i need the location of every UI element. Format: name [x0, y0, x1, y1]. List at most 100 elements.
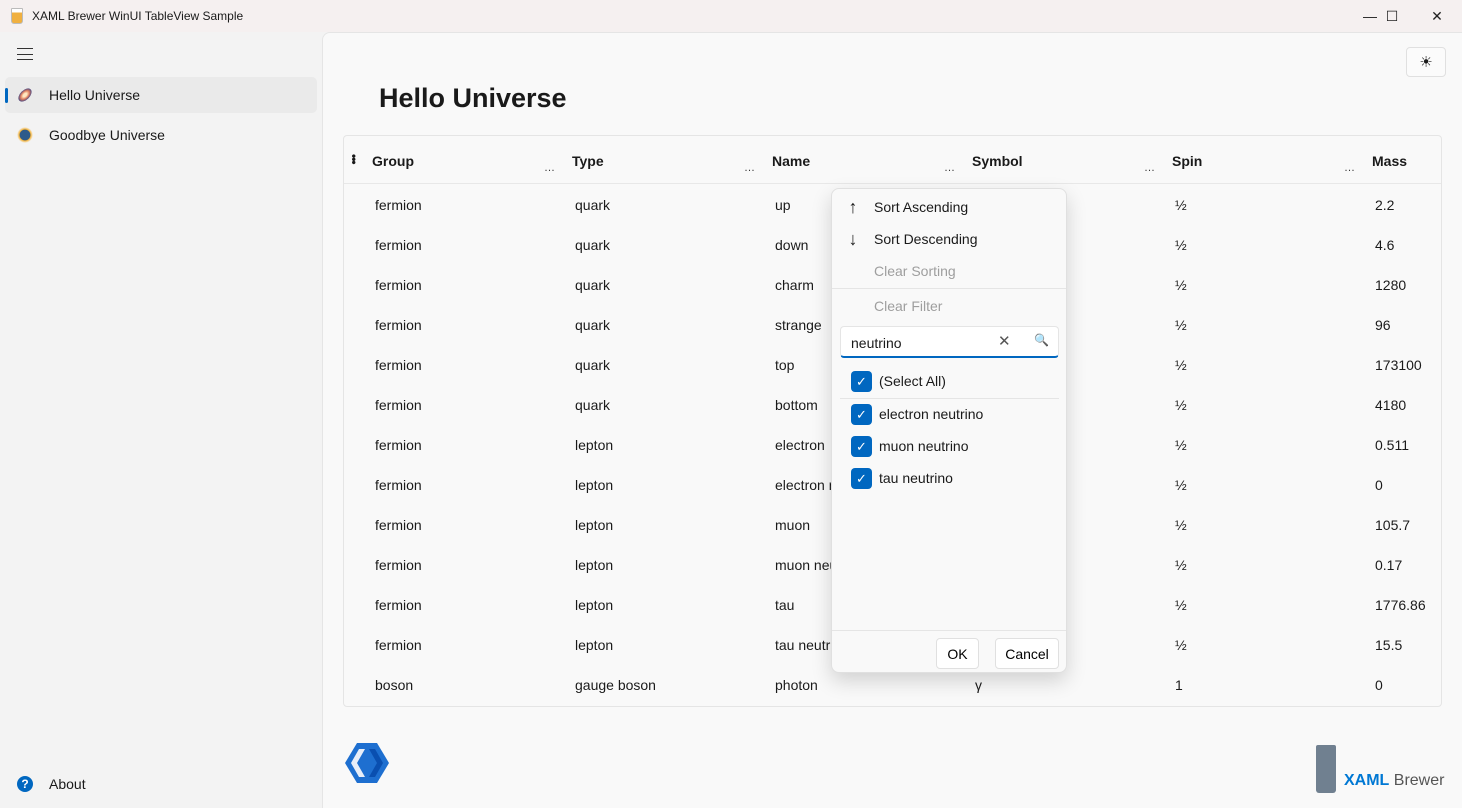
table-cell-spin: ½	[1175, 397, 1187, 413]
column-header-type[interactable]: Type	[572, 153, 604, 169]
search-icon[interactable]: 🔍	[1034, 333, 1049, 347]
table-cell-type: quark	[575, 237, 611, 253]
table-cell-type: lepton	[575, 597, 614, 613]
divider	[832, 288, 1066, 289]
sidebar-item-goodbye-universe[interactable]: Goodbye Universe	[5, 117, 317, 153]
table-cell-type: gauge boson	[575, 677, 656, 693]
filter-option-checkbox[interactable]: ✓	[851, 436, 872, 457]
table-cell-name: bottom	[775, 397, 818, 413]
table-cell-type: lepton	[575, 517, 614, 533]
table-cell-mass: 0	[1375, 477, 1383, 493]
table-cell-type: quark	[575, 357, 611, 373]
column-options-icon[interactable]: …	[944, 162, 955, 174]
cancel-button[interactable]: Cancel	[995, 638, 1059, 669]
sidebar-item-about[interactable]: ? About	[5, 766, 317, 802]
planet-icon	[17, 127, 33, 143]
sidebar-item-label: Goodbye Universe	[49, 127, 165, 143]
sidebar: Hello Universe Goodbye Universe ? About	[0, 32, 322, 808]
table-cell-spin: ½	[1175, 637, 1187, 653]
table-cell-spin: ½	[1175, 597, 1187, 613]
table-cell-group: fermion	[375, 357, 422, 373]
table-cell-type: quark	[575, 397, 611, 413]
close-button[interactable]: ✕	[1414, 0, 1460, 32]
table-cell-mass: 2.2	[1375, 197, 1395, 213]
table-cell-type: lepton	[575, 477, 614, 493]
table-cell-name: electron	[775, 437, 825, 453]
table-cell-type: lepton	[575, 557, 614, 573]
maximize-button[interactable]: ☐	[1369, 0, 1415, 32]
filter-option-label: muon neutrino	[879, 438, 969, 454]
table-cell-mass: 15.5	[1375, 637, 1403, 653]
arrow-up-icon: ↑	[848, 196, 858, 217]
divider	[840, 398, 1059, 399]
table-cell-mass: 173100	[1375, 357, 1422, 373]
page-title: Hello Universe	[379, 83, 567, 113]
table-cell-group: fermion	[375, 597, 422, 613]
table-header: ••• Group … Type … Name … Symbol … Spin … Mass	[344, 136, 1441, 184]
table-cell-name: up	[775, 197, 791, 213]
table-cell-type: quark	[575, 277, 611, 293]
arrow-down-icon: ↓	[848, 228, 858, 249]
brand-text-a: XAML	[1344, 772, 1390, 789]
winui-logo	[345, 743, 389, 783]
table-cell-group: fermion	[375, 277, 422, 293]
table-cell-spin: 1	[1175, 677, 1183, 693]
app-icon	[11, 8, 23, 24]
table-cell-mass: 96	[1375, 317, 1391, 333]
ok-button[interactable]: OK	[936, 638, 979, 669]
table-cell-name: strange	[775, 317, 822, 333]
menu-label: Sort Ascending	[874, 199, 969, 215]
column-options-icon[interactable]: …	[1344, 162, 1355, 174]
clear-sorting-item[interactable]: Clear Sorting	[832, 255, 1066, 287]
table-cell-name: photon	[775, 677, 818, 693]
sun-icon: ☀	[1419, 54, 1433, 71]
clear-search-icon[interactable]: ✕	[998, 332, 1011, 350]
clear-filter-item[interactable]: Clear Filter	[832, 290, 1066, 322]
column-header-group[interactable]: Group	[372, 153, 414, 169]
table-cell-group: fermion	[375, 637, 422, 653]
sidebar-item-hello-universe[interactable]: Hello Universe	[5, 77, 317, 113]
sidebar-item-label: About	[49, 776, 86, 792]
theme-toggle-button[interactable]: ☀	[1406, 47, 1446, 77]
brand-text-b: Brewer	[1393, 772, 1445, 789]
table-cell-mass: 105.7	[1375, 517, 1411, 533]
filter-option-checkbox[interactable]: ✓	[851, 468, 872, 489]
column-header-symbol[interactable]: Symbol	[972, 153, 1023, 169]
sidebar-item-label: Hello Universe	[49, 87, 141, 103]
filter-search-input[interactable]: neutrino ✕ 🔍	[840, 326, 1059, 358]
table-cell-spin: ½	[1175, 197, 1187, 213]
column-options-icon[interactable]: …	[544, 162, 555, 174]
column-filter-flyout: ↑ Sort Ascending ↓ Sort Descending Clear S…	[831, 188, 1067, 673]
table-cell-group: fermion	[375, 197, 422, 213]
sort-ascending-item[interactable]: ↑ Sort Ascending	[832, 191, 1066, 223]
column-options-icon[interactable]: …	[1144, 162, 1155, 174]
menu-label: Sort Descending	[874, 231, 978, 247]
table-cell-type: lepton	[575, 437, 614, 453]
column-header-name[interactable]: Name	[772, 153, 810, 169]
table-cell-spin: ½	[1175, 437, 1187, 453]
sort-descending-item[interactable]: ↓ Sort Descending	[832, 223, 1066, 255]
table-cell-mass: 1280	[1375, 277, 1407, 293]
column-options-grip-icon[interactable]: •••	[347, 154, 361, 164]
table-cell-spin: ½	[1175, 277, 1187, 293]
column-header-mass[interactable]: Mass	[1372, 153, 1407, 169]
table-cell-spin: ½	[1175, 557, 1187, 573]
galaxy-icon	[15, 85, 35, 105]
beer-glass-icon	[1316, 745, 1336, 793]
xaml-brewer-logo: XAML Brewer	[1316, 745, 1446, 795]
filter-option-checkbox[interactable]: ✓	[851, 404, 872, 425]
table-cell-spin: ½	[1175, 477, 1187, 493]
table-cell-mass: 0.17	[1375, 557, 1403, 573]
column-header-spin[interactable]: Spin	[1172, 153, 1202, 169]
column-options-icon[interactable]: …	[744, 162, 755, 174]
table-cell-type: quark	[575, 317, 611, 333]
search-value: neutrino	[851, 335, 902, 351]
table-cell-spin: ½	[1175, 237, 1187, 253]
table-cell-name: down	[775, 237, 809, 253]
title-bar: XAML Brewer WinUI TableView Sample — ☐ ✕	[0, 0, 1462, 32]
hamburger-menu-icon[interactable]	[17, 48, 33, 60]
select-all-checkbox[interactable]: ✓	[851, 371, 872, 392]
table-cell-name: muon	[775, 517, 811, 533]
window-title: XAML Brewer WinUI TableView Sample	[32, 9, 244, 23]
table-cell-group: fermion	[375, 397, 422, 413]
